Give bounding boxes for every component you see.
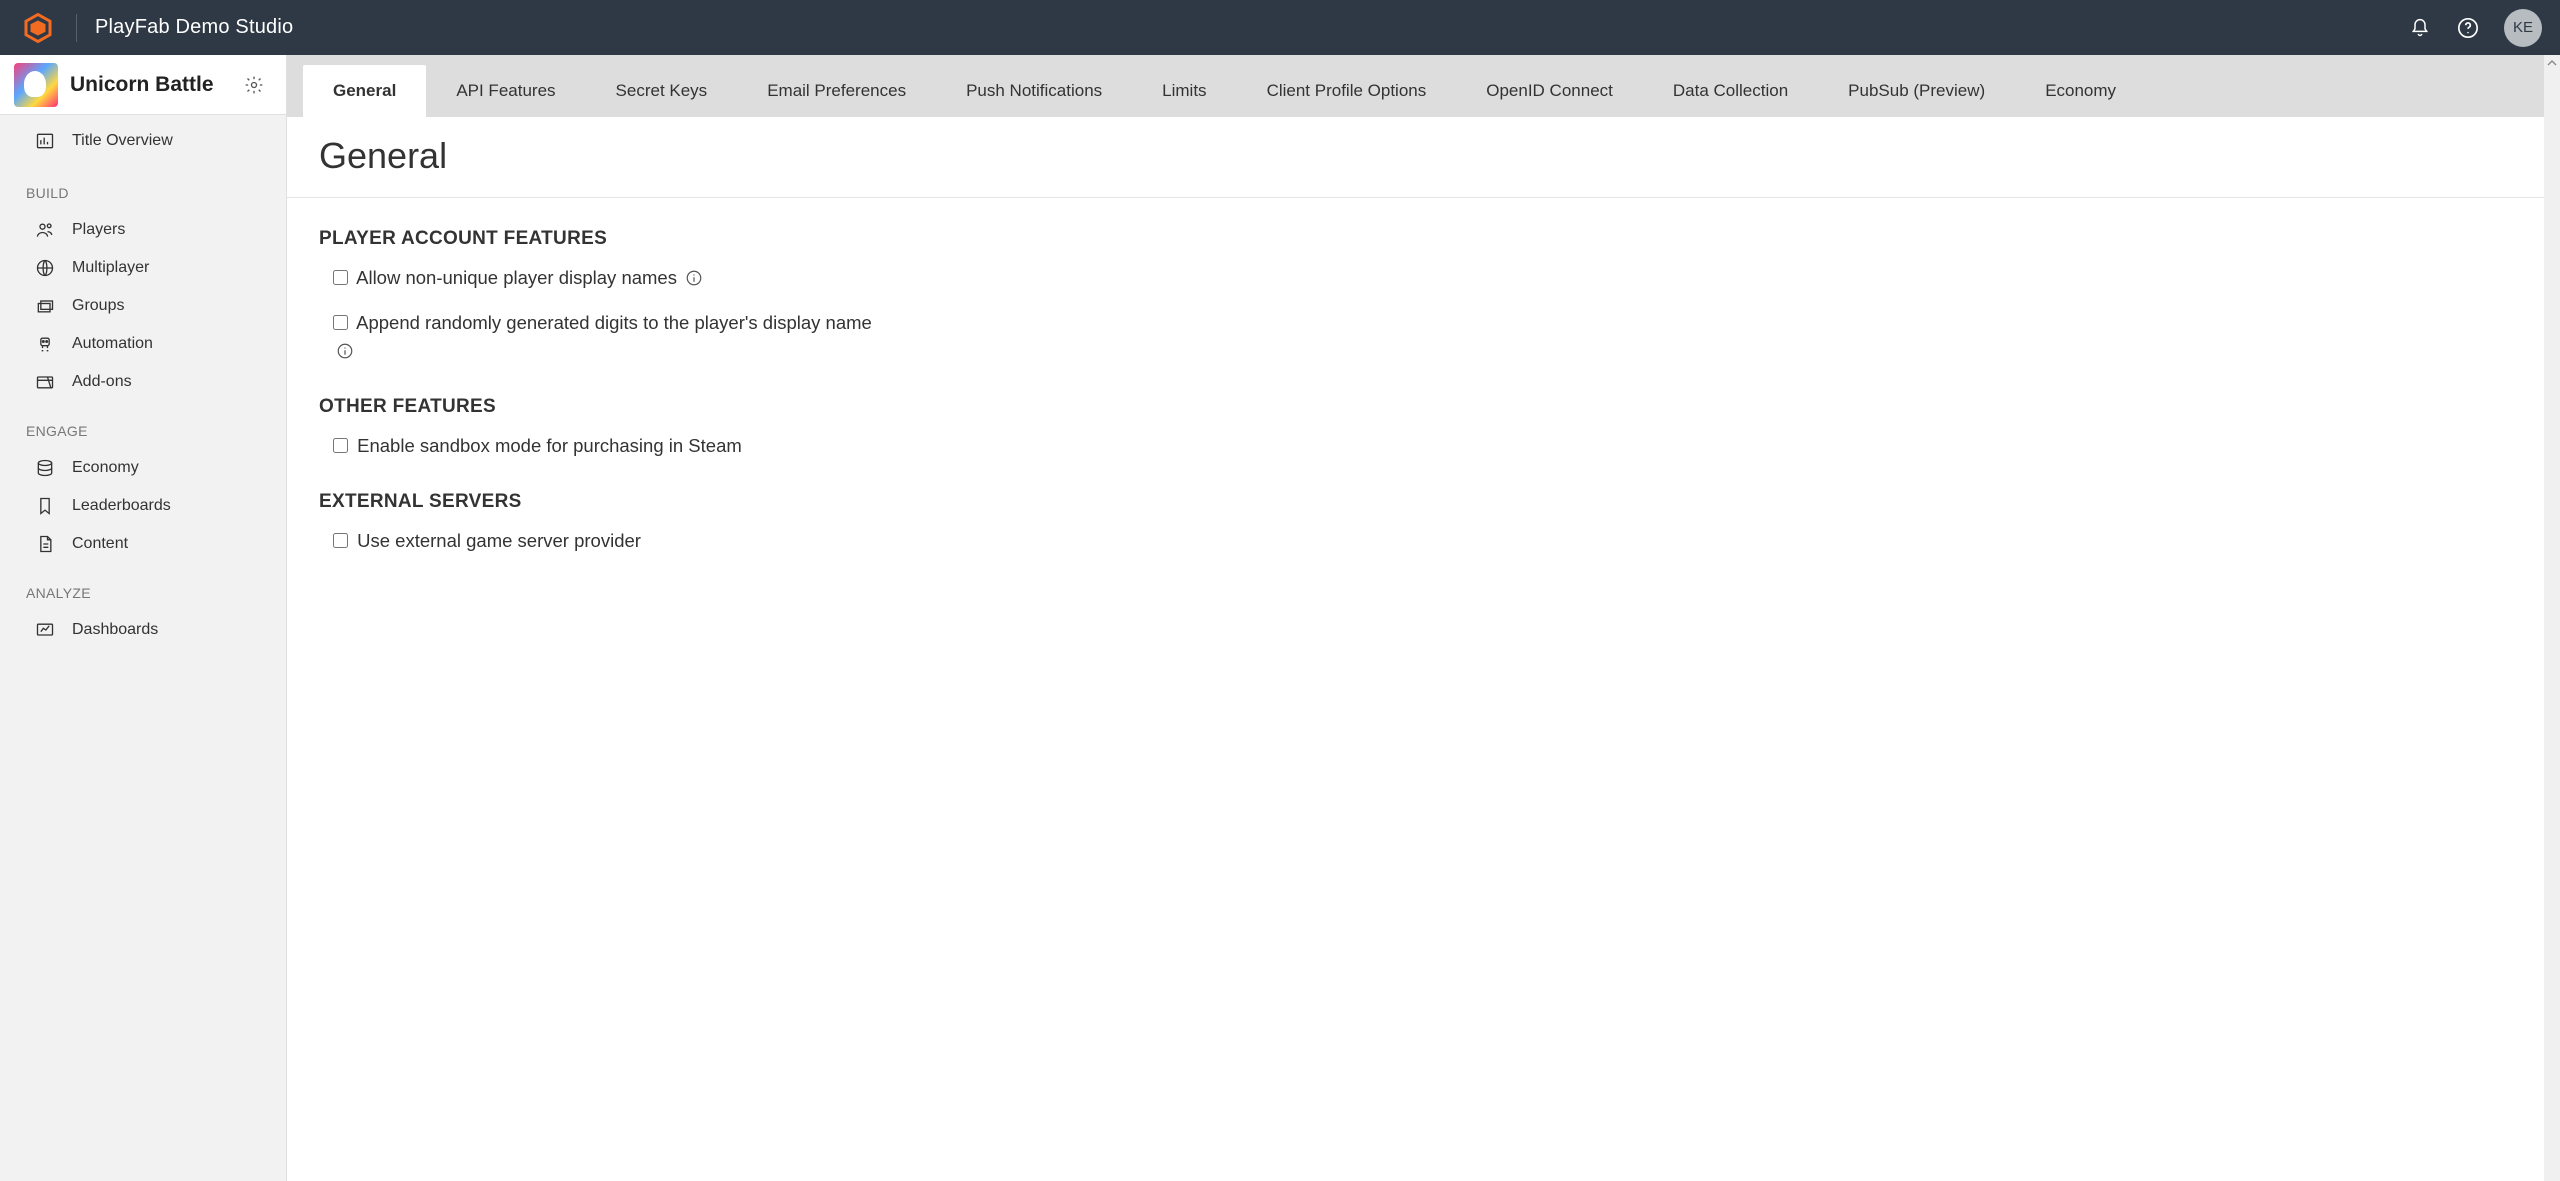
section-heading: OTHER FEATURES [319,396,1215,418]
option-label: Use external game server provider [357,530,641,551]
scroll-up-icon[interactable] [2544,55,2560,71]
option-label: Append randomly generated digits to the … [356,312,872,333]
chart-icon [34,130,56,152]
sidebar-item-groups[interactable]: Groups [0,287,286,325]
topbar: PlayFab Demo Studio KE [0,0,2560,55]
option-label: Allow non-unique player display names [356,267,677,288]
settings-body: PLAYER ACCOUNT FEATURES Allow non-unique… [287,198,1247,631]
tab-general[interactable]: General [303,65,426,117]
document-icon [34,533,56,555]
option-checkbox[interactable] [333,438,348,453]
tab-push-notifications[interactable]: Push Notifications [936,65,1132,117]
tab-label: Email Preferences [767,81,906,100]
sidebar-item-label: Players [72,221,125,239]
economy-icon [34,457,56,479]
tab-limits[interactable]: Limits [1132,65,1236,117]
sidebar-item-dashboards[interactable]: Dashboards [0,611,286,649]
sidebar-item-label: Add-ons [72,373,132,391]
option-use-external-server[interactable]: Use external game server provider [333,527,893,556]
page-title: General [319,135,2512,177]
sidebar-section-heading: ENGAGE [0,401,286,449]
info-icon[interactable] [336,342,354,360]
main-content: General API Features Secret Keys Email P… [287,55,2544,1181]
sidebar: Unicorn Battle Title Overview BUILD [0,55,287,1181]
sidebar-item-automation[interactable]: Automation [0,325,286,363]
tab-secret-keys[interactable]: Secret Keys [586,65,738,117]
section-heading: EXTERNAL SERVERS [319,491,1215,513]
tab-data-collection[interactable]: Data Collection [1643,65,1818,117]
sidebar-section-heading: ANALYZE [0,563,286,611]
tab-openid-connect[interactable]: OpenID Connect [1456,65,1643,117]
content-scroll[interactable]: General PLAYER ACCOUNT FEATURES Allow no… [287,117,2544,1181]
tab-label: Push Notifications [966,81,1102,100]
sidebar-item-economy[interactable]: Economy [0,449,286,487]
sidebar-item-label: Leaderboards [72,497,171,515]
sidebar-section-heading: BUILD [0,163,286,211]
option-append-random-digits[interactable]: Append randomly generated digits to the … [333,309,893,366]
playfab-logo[interactable] [18,8,58,48]
sidebar-item-players[interactable]: Players [0,211,286,249]
sidebar-item-multiplayer[interactable]: Multiplayer [0,249,286,287]
page-title-row: General [287,117,2544,198]
tab-client-profile-options[interactable]: Client Profile Options [1237,65,1457,117]
tab-label: Limits [1162,81,1206,100]
section-heading: PLAYER ACCOUNT FEATURES [319,228,1215,250]
title-row: Unicorn Battle [0,55,286,115]
tab-economy[interactable]: Economy [2015,65,2146,117]
tab-label: Client Profile Options [1267,81,1427,100]
app-icon[interactable] [14,63,58,107]
tab-label: OpenID Connect [1486,81,1613,100]
tab-api-features[interactable]: API Features [426,65,585,117]
gear-icon[interactable] [240,71,268,99]
avatar-initials: KE [2513,19,2533,36]
sidebar-item-addons[interactable]: Add-ons [0,363,286,401]
sidebar-item-title-overview[interactable]: Title Overview [0,115,286,163]
automation-icon [34,333,56,355]
tab-email-preferences[interactable]: Email Preferences [737,65,936,117]
help-icon[interactable] [2448,8,2488,48]
tab-label: General [333,81,396,100]
sidebar-item-label: Multiplayer [72,259,149,277]
option-enable-steam-sandbox[interactable]: Enable sandbox mode for purchasing in St… [333,432,893,461]
studio-name[interactable]: PlayFab Demo Studio [95,16,293,39]
tab-label: Secret Keys [616,81,708,100]
app-name[interactable]: Unicorn Battle [70,73,240,97]
option-allow-nonunique-display-names[interactable]: Allow non-unique player display names [333,264,893,293]
tab-label: Economy [2045,81,2116,100]
sidebar-item-label: Dashboards [72,621,158,639]
page-scrollbar[interactable] [2544,55,2560,1181]
sidebar-item-label: Content [72,535,128,553]
addons-icon [34,371,56,393]
sidebar-item-content[interactable]: Content [0,525,286,563]
option-checkbox[interactable] [333,315,348,330]
tab-label: Data Collection [1673,81,1788,100]
option-label: Enable sandbox mode for purchasing in St… [357,435,742,456]
bookmark-icon [34,495,56,517]
sidebar-item-label: Groups [72,297,124,315]
tab-label: API Features [456,81,555,100]
option-checkbox[interactable] [333,533,348,548]
sidebar-item-label: Economy [72,459,139,477]
tab-pubsub[interactable]: PubSub (Preview) [1818,65,2015,117]
globe-icon [34,257,56,279]
sidebar-item-leaderboards[interactable]: Leaderboards [0,487,286,525]
sidebar-item-label: Title Overview [72,132,173,150]
user-avatar[interactable]: KE [2504,9,2542,47]
info-icon[interactable] [685,269,703,287]
notifications-icon[interactable] [2400,8,2440,48]
topbar-divider [76,14,77,42]
tabs-bar: General API Features Secret Keys Email P… [287,55,2544,117]
sidebar-item-label: Automation [72,335,153,353]
tab-label: PubSub (Preview) [1848,81,1985,100]
groups-icon [34,295,56,317]
dashboard-icon [34,619,56,641]
players-icon [34,219,56,241]
option-checkbox[interactable] [333,270,348,285]
